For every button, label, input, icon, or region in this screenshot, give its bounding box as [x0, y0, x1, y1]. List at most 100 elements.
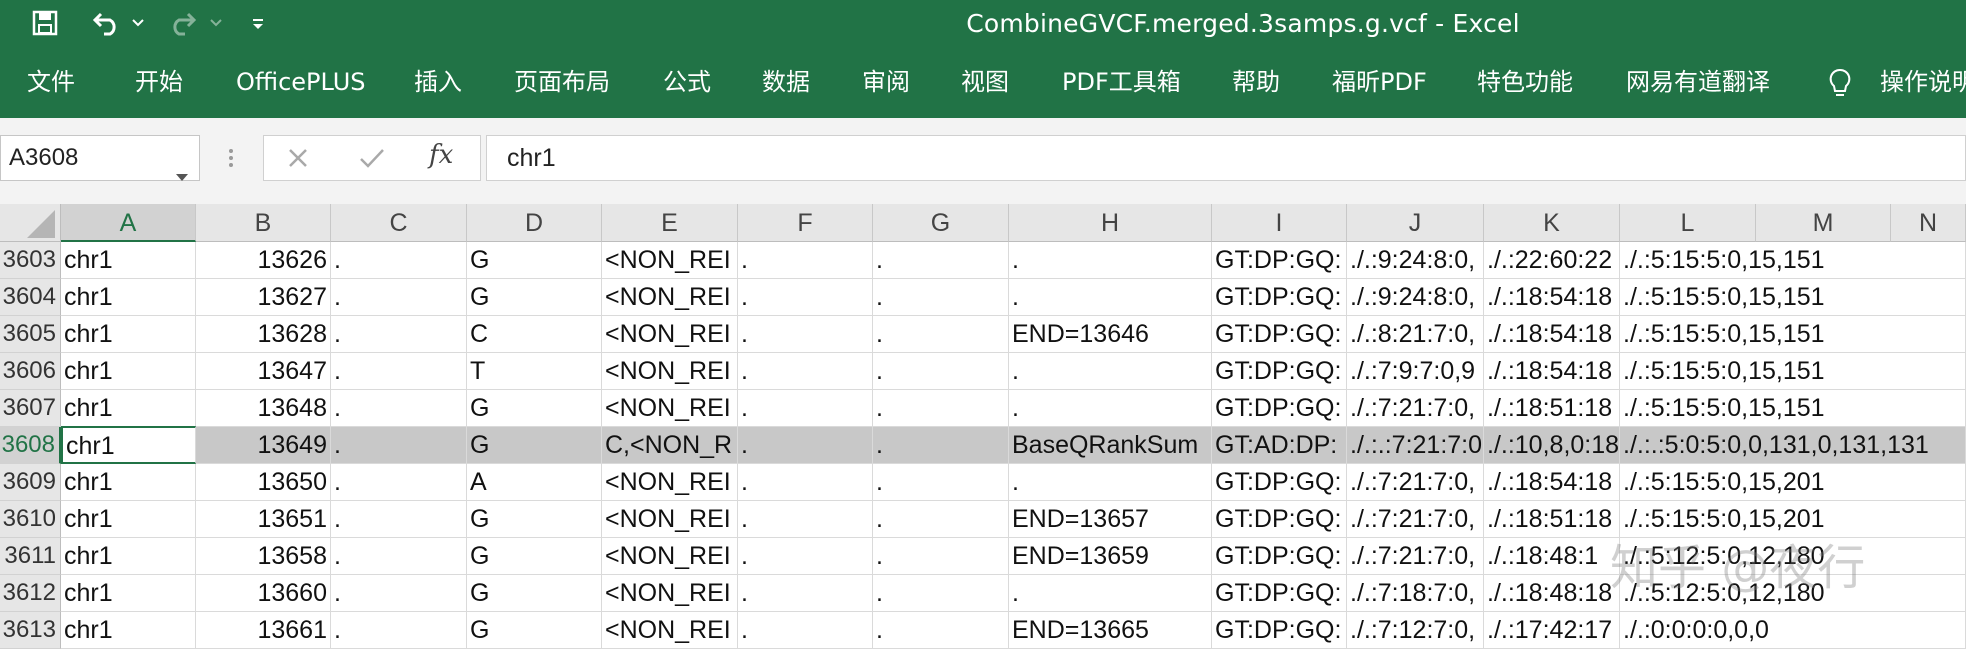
cell-e[interactable]: <NON_REI: [602, 390, 738, 427]
cell-h[interactable]: .: [1009, 242, 1212, 279]
cell-h[interactable]: .: [1009, 353, 1212, 390]
cell-j[interactable]: ./.:7:21:7:0,: [1347, 464, 1484, 501]
cell-a[interactable]: chr1: [61, 575, 196, 612]
column-header-i[interactable]: I: [1212, 204, 1347, 242]
cell-f[interactable]: .: [738, 353, 873, 390]
cell-h[interactable]: .: [1009, 390, 1212, 427]
row-header[interactable]: 3611: [0, 538, 61, 575]
row-header[interactable]: 3603: [0, 242, 61, 279]
cell-k[interactable]: ./.:18:54:18: [1484, 279, 1620, 316]
tab-view[interactable]: 视图: [961, 46, 1009, 118]
cell-j[interactable]: ./.:.:7:21:7:0: [1347, 427, 1484, 464]
cell-c[interactable]: .: [331, 353, 467, 390]
cell-j[interactable]: ./.:7:12:7:0,: [1347, 612, 1484, 649]
cell-i[interactable]: GT:AD:DP:: [1212, 427, 1347, 464]
name-box[interactable]: A3608: [0, 135, 200, 181]
tab-special-features[interactable]: 特色功能: [1477, 46, 1573, 118]
cell-k[interactable]: ./.:18:51:18: [1484, 501, 1620, 538]
cell-i[interactable]: GT:DP:GQ:: [1212, 316, 1347, 353]
cell-h[interactable]: BaseQRankSum: [1009, 427, 1212, 464]
tab-page-layout[interactable]: 页面布局: [514, 46, 610, 118]
cell-a[interactable]: chr1: [61, 501, 196, 538]
cell-f[interactable]: .: [738, 279, 873, 316]
cell-k[interactable]: ./.:18:51:18: [1484, 390, 1620, 427]
tab-officeplus[interactable]: OfficePLUS: [236, 46, 366, 118]
cell-c[interactable]: .: [331, 279, 467, 316]
cell-k[interactable]: ./.:22:60:22: [1484, 242, 1620, 279]
cell-l[interactable]: ./.:.:5:0:5:0,0,131,0,131,131: [1620, 427, 1966, 464]
cell-i[interactable]: GT:DP:GQ:: [1212, 612, 1347, 649]
cell-i[interactable]: GT:DP:GQ:: [1212, 279, 1347, 316]
cell-f[interactable]: .: [738, 316, 873, 353]
cell-k[interactable]: ./.:18:54:18: [1484, 353, 1620, 390]
cell-e[interactable]: <NON_REI: [602, 538, 738, 575]
cell-e[interactable]: <NON_REI: [602, 464, 738, 501]
cell-f[interactable]: .: [738, 390, 873, 427]
row-header[interactable]: 3605: [0, 316, 61, 353]
cell-f[interactable]: .: [738, 242, 873, 279]
row-header[interactable]: 3608: [0, 427, 61, 464]
column-header-d[interactable]: D: [467, 204, 602, 242]
row-header[interactable]: 3606: [0, 353, 61, 390]
cell-a[interactable]: chr1: [61, 279, 196, 316]
cell-l[interactable]: ./.:5:15:5:0,15,151: [1620, 353, 1966, 390]
cell-g[interactable]: .: [873, 464, 1009, 501]
cell-h[interactable]: END=13659: [1009, 538, 1212, 575]
lightbulb-icon[interactable]: [1828, 68, 1852, 98]
cell-h[interactable]: .: [1009, 575, 1212, 612]
cell-a[interactable]: chr1: [61, 242, 196, 279]
cell-d[interactable]: G: [467, 538, 602, 575]
cell-i[interactable]: GT:DP:GQ:: [1212, 353, 1347, 390]
tab-insert[interactable]: 插入: [414, 46, 462, 118]
column-header-c[interactable]: C: [331, 204, 467, 242]
cell-e[interactable]: <NON_REI: [602, 279, 738, 316]
cell-c[interactable]: .: [331, 612, 467, 649]
formula-input[interactable]: chr1: [486, 135, 1966, 181]
cell-b[interactable]: 13626: [196, 242, 331, 279]
cell-l[interactable]: ./.:5:15:5:0,15,151: [1620, 279, 1966, 316]
cell-i[interactable]: GT:DP:GQ:: [1212, 575, 1347, 612]
cell-e[interactable]: <NON_REI: [602, 612, 738, 649]
cell-k[interactable]: ./.:10,8,0:18: [1484, 427, 1620, 464]
cell-d[interactable]: T: [467, 353, 602, 390]
column-header-f[interactable]: F: [738, 204, 873, 242]
cell-c[interactable]: .: [331, 464, 467, 501]
cell-g[interactable]: .: [873, 612, 1009, 649]
cell-f[interactable]: .: [738, 427, 873, 464]
cancel-icon[interactable]: [286, 146, 310, 174]
cell-l[interactable]: ./.:5:15:5:0,15,201: [1620, 464, 1966, 501]
cell-j[interactable]: ./.:9:24:8:0,: [1347, 279, 1484, 316]
cell-k[interactable]: ./.:18:48:1: [1484, 538, 1620, 575]
cell-d[interactable]: G: [467, 575, 602, 612]
column-header-b[interactable]: B: [196, 204, 331, 242]
cell-j[interactable]: ./.:7:21:7:0,: [1347, 501, 1484, 538]
cell-d[interactable]: G: [467, 279, 602, 316]
tab-youdao-translate[interactable]: 网易有道翻译: [1626, 46, 1770, 118]
tab-file[interactable]: 文件: [27, 46, 75, 118]
cell-d[interactable]: G: [467, 427, 602, 464]
cell-b[interactable]: 13661: [196, 612, 331, 649]
cell-d[interactable]: C: [467, 316, 602, 353]
cell-k[interactable]: ./.:18:54:18: [1484, 316, 1620, 353]
cell-e[interactable]: <NON_REI: [602, 353, 738, 390]
cell-k[interactable]: ./.:18:54:18: [1484, 464, 1620, 501]
cell-k[interactable]: ./.:17:42:17: [1484, 612, 1620, 649]
cell-g[interactable]: .: [873, 279, 1009, 316]
cell-h[interactable]: END=13665: [1009, 612, 1212, 649]
row-header[interactable]: 3604: [0, 279, 61, 316]
insert-function-icon[interactable]: fx: [429, 140, 453, 170]
cell-j[interactable]: ./.:7:9:7:0,9: [1347, 353, 1484, 390]
cell-k[interactable]: ./.:18:48:18: [1484, 575, 1620, 612]
cell-g[interactable]: .: [873, 575, 1009, 612]
cell-g[interactable]: .: [873, 316, 1009, 353]
cell-j[interactable]: ./.:7:18:7:0,: [1347, 575, 1484, 612]
cell-j[interactable]: ./.:7:21:7:0,: [1347, 390, 1484, 427]
column-header-e[interactable]: E: [602, 204, 738, 242]
cell-j[interactable]: ./.:9:24:8:0,: [1347, 242, 1484, 279]
cell-b[interactable]: 13627: [196, 279, 331, 316]
cell-c[interactable]: .: [331, 242, 467, 279]
cell-l[interactable]: ./.:0:0:0:0,0,0: [1620, 612, 1966, 649]
cell-c[interactable]: .: [331, 538, 467, 575]
column-header-j[interactable]: J: [1347, 204, 1484, 242]
cell-f[interactable]: .: [738, 501, 873, 538]
